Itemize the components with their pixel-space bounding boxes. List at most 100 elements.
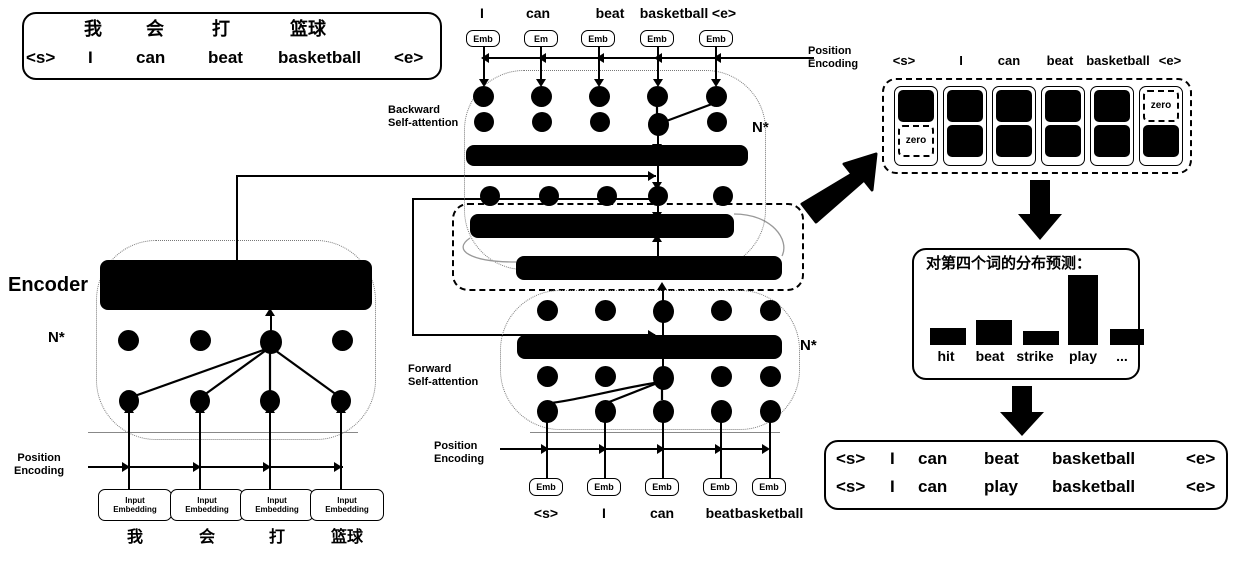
encoder-emb-arrow-0 (124, 405, 134, 413)
encoder-emb-line-1 (199, 412, 201, 490)
backward-emb-box-0[interactable]: Emb (466, 30, 500, 47)
forward-label-line1: Forward (408, 363, 452, 375)
encoder-token-2: 打 (268, 529, 285, 546)
representation-cell-2-top (996, 90, 1032, 122)
encoder-input-embedding-1[interactable]: Input Embedding (170, 489, 244, 521)
backward-node-top-0 (473, 86, 494, 107)
diagram-canvas: 我 会 打 篮球 <s> I can beat basketball <e> E… (0, 0, 1240, 561)
backward-node-top-3 (647, 86, 668, 107)
source-zh-char-2: 打 (212, 19, 230, 39)
forward-emb-arrow-2 (658, 414, 668, 422)
output-row0-token2: can (918, 449, 948, 468)
prediction-bar-col-0 (930, 275, 966, 345)
forward-emb-box-4[interactable]: Emb (752, 478, 786, 496)
representation-cell-4-bottom (1094, 125, 1130, 157)
output-row0-token1: I (890, 449, 895, 468)
representation-token-5: <e> (1158, 53, 1182, 68)
source-en-token-0: <s> (26, 48, 56, 67)
forward-emb-box-2[interactable]: Emb (645, 478, 679, 496)
output-row1-token2: can (918, 477, 948, 496)
forward-token-2: can (649, 505, 675, 521)
forward-emb-line-0 (546, 420, 548, 478)
forward-repeat-label: N* (800, 337, 817, 354)
representation-column-0: zero (894, 86, 938, 166)
forward-emb-box-1[interactable]: Emb (587, 478, 621, 496)
backward-emb-box-2[interactable]: Emb (581, 30, 615, 47)
encoder-input-embedding-line2-0: Embedding (113, 505, 157, 514)
combiner-bar-up-arrow (652, 234, 662, 242)
encoder-to-forward-vline (412, 198, 414, 334)
representation-token-2: can (997, 53, 1021, 68)
forward-bar-up-line (662, 320, 664, 338)
forward-emb-arrow-3 (716, 414, 726, 422)
representation-cell-4-top (1094, 90, 1130, 122)
representation-token-0: <s> (892, 53, 916, 68)
prediction-bar-1 (976, 320, 1012, 345)
representation-column-5: zero (1139, 86, 1183, 166)
representation-token-4: basketball (1086, 53, 1150, 68)
prediction-bar-label-3: play (1068, 348, 1097, 364)
encoder-input-embedding-3[interactable]: Input Embedding (310, 489, 384, 521)
forward-node-b-to-bar-line (662, 358, 664, 370)
forward-emb-box-3[interactable]: Emb (703, 478, 737, 496)
forward-pe-arrow-2 (657, 444, 665, 454)
representation-cell-1-bottom (947, 125, 983, 157)
prediction-bar-label-1: beat (975, 348, 1005, 364)
backward-emb-box-1[interactable]: Em (524, 30, 558, 47)
encoder-pe-line2: Encoding (14, 464, 65, 477)
backward-emb-box-3[interactable]: Emb (640, 30, 674, 47)
prediction-bar-label-2: strike (1016, 348, 1054, 364)
backward-node-mid-3 (648, 113, 669, 136)
forward-attn-arrow (657, 378, 667, 386)
output-row0-token4: basketball (1052, 449, 1136, 468)
source-en-token-1: I (88, 48, 93, 67)
encoder-node-to-bar-line (270, 314, 272, 332)
backward-pe-line2: Encoding (808, 57, 859, 70)
forward-node-b-0 (537, 366, 558, 387)
prediction-bar-col-3 (1068, 275, 1098, 345)
source-en-token-5: <e> (394, 48, 424, 67)
representation-cell-5-bottom (1143, 125, 1179, 157)
backward-node-mid-1 (532, 112, 552, 132)
representation-zero-label-5: zero (1150, 100, 1172, 111)
backward-node-top-2 (589, 86, 610, 107)
encoder-label: Encoder (8, 274, 89, 296)
forward-node-b-4 (760, 366, 781, 387)
forward-token-0: <s> (533, 505, 559, 521)
prediction-chart-title: 对第四个词的分布预测： (926, 255, 1092, 272)
encoder-input-embedding-line1-3: Input (337, 495, 357, 505)
backward-node-top-1 (531, 86, 552, 107)
prediction-bar-0 (930, 328, 966, 345)
forward-pe-arrow-3 (715, 444, 723, 454)
encoder-input-embedding-0[interactable]: Input Embedding (98, 489, 172, 521)
forward-emb-line-1 (604, 420, 606, 478)
forward-node-a-to-up-line (662, 288, 664, 304)
forward-node-b-1 (595, 366, 616, 387)
forward-emb-box-0[interactable]: Emb (529, 478, 563, 496)
encoder-token-0: 我 (126, 529, 143, 546)
backward-token-4: <e> (711, 5, 737, 21)
source-en-token-4: basketball (278, 48, 362, 67)
prediction-chart-plot (920, 275, 1144, 345)
forward-residual-line (530, 432, 780, 434)
representation-to-chart-arrow (1018, 180, 1062, 240)
output-row0-token5: <e> (1186, 449, 1216, 468)
forward-node-a-to-up-arrow (657, 282, 667, 290)
forward-node-a-0 (537, 300, 558, 321)
representation-column-1 (943, 86, 987, 166)
backward-emb-box-4[interactable]: Emb (699, 30, 733, 47)
forward-position-encoding-label: Position Encoding (434, 440, 484, 465)
forward-node-b-3 (711, 366, 732, 387)
encoder-input-embedding-2[interactable]: Input Embedding (240, 489, 314, 521)
encoder-emb-arrow-2 (265, 405, 275, 413)
source-zh-char-3: 篮球 (290, 19, 326, 39)
representation-zero-label-0: zero (905, 135, 927, 146)
prediction-bar-2 (1023, 331, 1059, 345)
encoder-node-mid-1 (190, 330, 211, 351)
backward-pe-line1: Position (808, 45, 852, 57)
encoder-emb-arrow-1 (195, 405, 205, 413)
forward-pe-line2: Encoding (434, 452, 485, 465)
backward-token-1: can (525, 5, 551, 21)
encoder-emb-line-3 (340, 412, 342, 490)
forward-emb-arrow-0 (542, 414, 552, 422)
